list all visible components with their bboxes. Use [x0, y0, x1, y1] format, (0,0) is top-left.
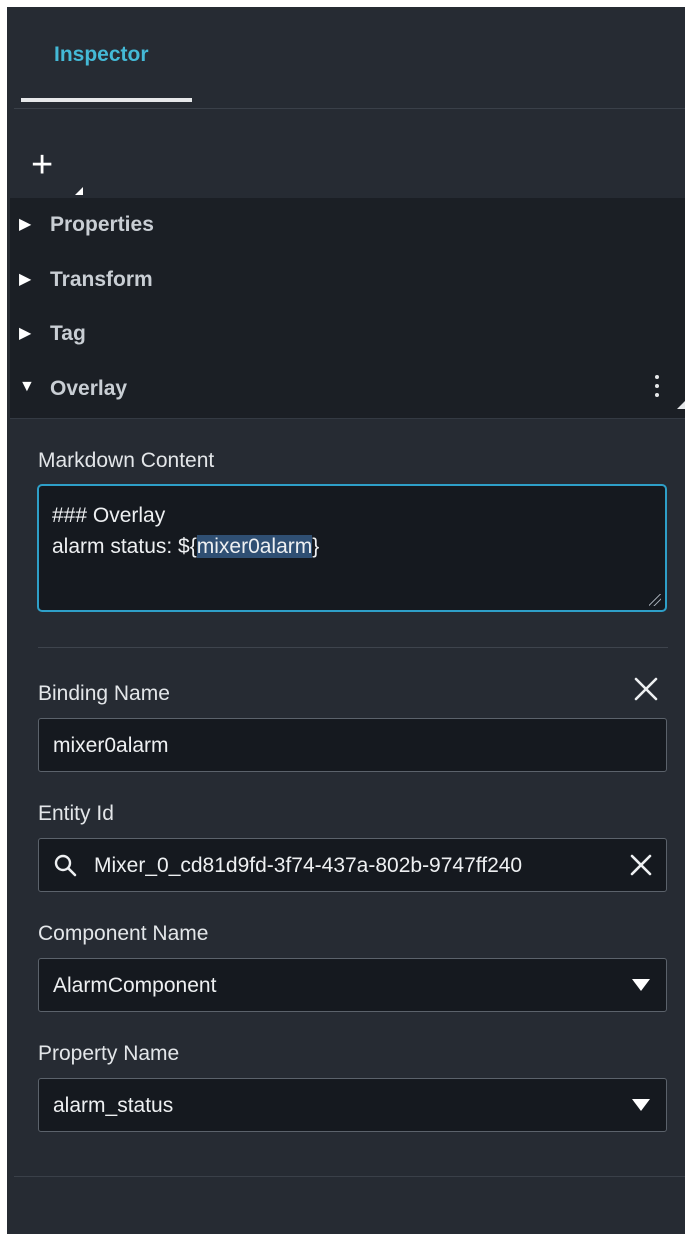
- section-overlay[interactable]: ▼ Overlay: [10, 361, 685, 419]
- search-icon: [54, 854, 77, 877]
- markdown-content-textarea[interactable]: ### Overlay alarm status: ${mixer0alarm}: [37, 484, 667, 612]
- entity-id-value: Mixer_0_cd81d9fd-3f74-437a-802b-9747ff24…: [94, 854, 523, 877]
- binding-name-label: Binding Name: [38, 682, 170, 705]
- entity-id-label: Entity Id: [38, 802, 114, 825]
- caret-down-icon: ▼: [19, 378, 35, 395]
- section-title: Tag: [50, 322, 86, 345]
- resize-handle-icon[interactable]: [649, 594, 661, 606]
- component-name-value: AlarmComponent: [53, 974, 217, 997]
- inspector-panel: Inspector + ▶ Properties ▶ Transform ▶ T…: [7, 7, 685, 1234]
- component-name-select[interactable]: AlarmComponent: [38, 958, 667, 1012]
- dropdown-arrow-icon: [632, 979, 650, 991]
- add-component-button[interactable]: +: [31, 145, 71, 195]
- binding-name-input[interactable]: mixer0alarm: [38, 718, 667, 772]
- selected-text: mixer0alarm: [196, 535, 313, 558]
- add-dropdown-corner-icon: [75, 187, 83, 195]
- close-icon[interactable]: [632, 675, 660, 703]
- caret-right-icon: ▶: [19, 271, 32, 288]
- section-title: Transform: [50, 268, 153, 291]
- entity-id-search-input[interactable]: Mixer_0_cd81d9fd-3f74-437a-802b-9747ff24…: [38, 838, 667, 892]
- tab-bar: Inspector: [14, 7, 685, 109]
- caret-right-icon: ▶: [19, 325, 32, 342]
- section-transform[interactable]: ▶ Transform: [10, 253, 685, 308]
- markdown-line: alarm status: ${mixer0alarm}: [52, 535, 320, 558]
- property-name-select[interactable]: alarm_status: [38, 1078, 667, 1132]
- divider: [38, 647, 668, 648]
- markdown-line: ### Overlay: [52, 504, 166, 527]
- menu-corner-icon: [677, 401, 685, 409]
- active-tab-indicator: [21, 98, 192, 102]
- section-tag[interactable]: ▶ Tag: [10, 307, 685, 362]
- tab-inspector[interactable]: Inspector: [54, 43, 149, 67]
- property-name-label: Property Name: [38, 1042, 180, 1065]
- clear-icon[interactable]: [628, 852, 654, 878]
- section-properties[interactable]: ▶ Properties: [10, 198, 685, 254]
- caret-right-icon: ▶: [19, 216, 32, 233]
- divider: [14, 1176, 685, 1177]
- property-name-value: alarm_status: [53, 1094, 174, 1117]
- binding-name-value: mixer0alarm: [53, 734, 169, 757]
- section-title: Properties: [50, 213, 154, 236]
- markdown-content-label: Markdown Content: [38, 449, 215, 472]
- section-title: Overlay: [50, 377, 128, 400]
- component-name-label: Component Name: [38, 922, 209, 945]
- dropdown-arrow-icon: [632, 1099, 650, 1111]
- kebab-menu-icon[interactable]: [655, 375, 659, 402]
